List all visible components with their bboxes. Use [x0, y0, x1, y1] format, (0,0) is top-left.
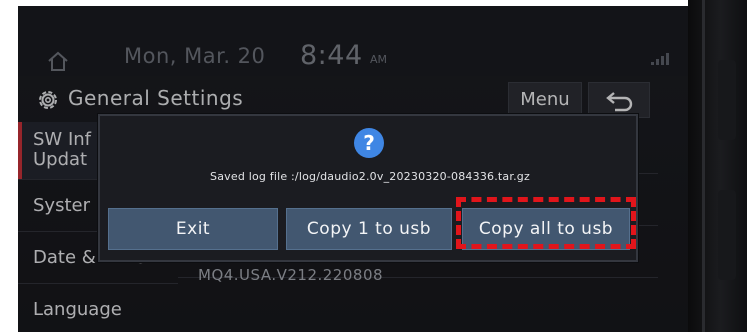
log-saved-dialog: ? Saved log file :/log/daudio2.0v_202303…: [98, 114, 638, 262]
copy-one-to-usb-button[interactable]: Copy 1 to usb: [286, 208, 452, 250]
infotainment-screen: Mon, Mar. 20 8:44 AM General Settings Me…: [18, 6, 688, 332]
hardware-button-lower: [718, 190, 736, 280]
copy-all-to-usb-button[interactable]: Copy all to usb: [462, 208, 630, 250]
dialog-message: Saved log file :/log/daudio2.0v_20230320…: [210, 170, 530, 183]
info-icon: ?: [354, 128, 384, 158]
bezel-edge: [702, 0, 705, 332]
hardware-button-upper: [718, 60, 736, 140]
bezel-side-panel: [688, 0, 747, 332]
exit-button[interactable]: Exit: [108, 208, 278, 250]
